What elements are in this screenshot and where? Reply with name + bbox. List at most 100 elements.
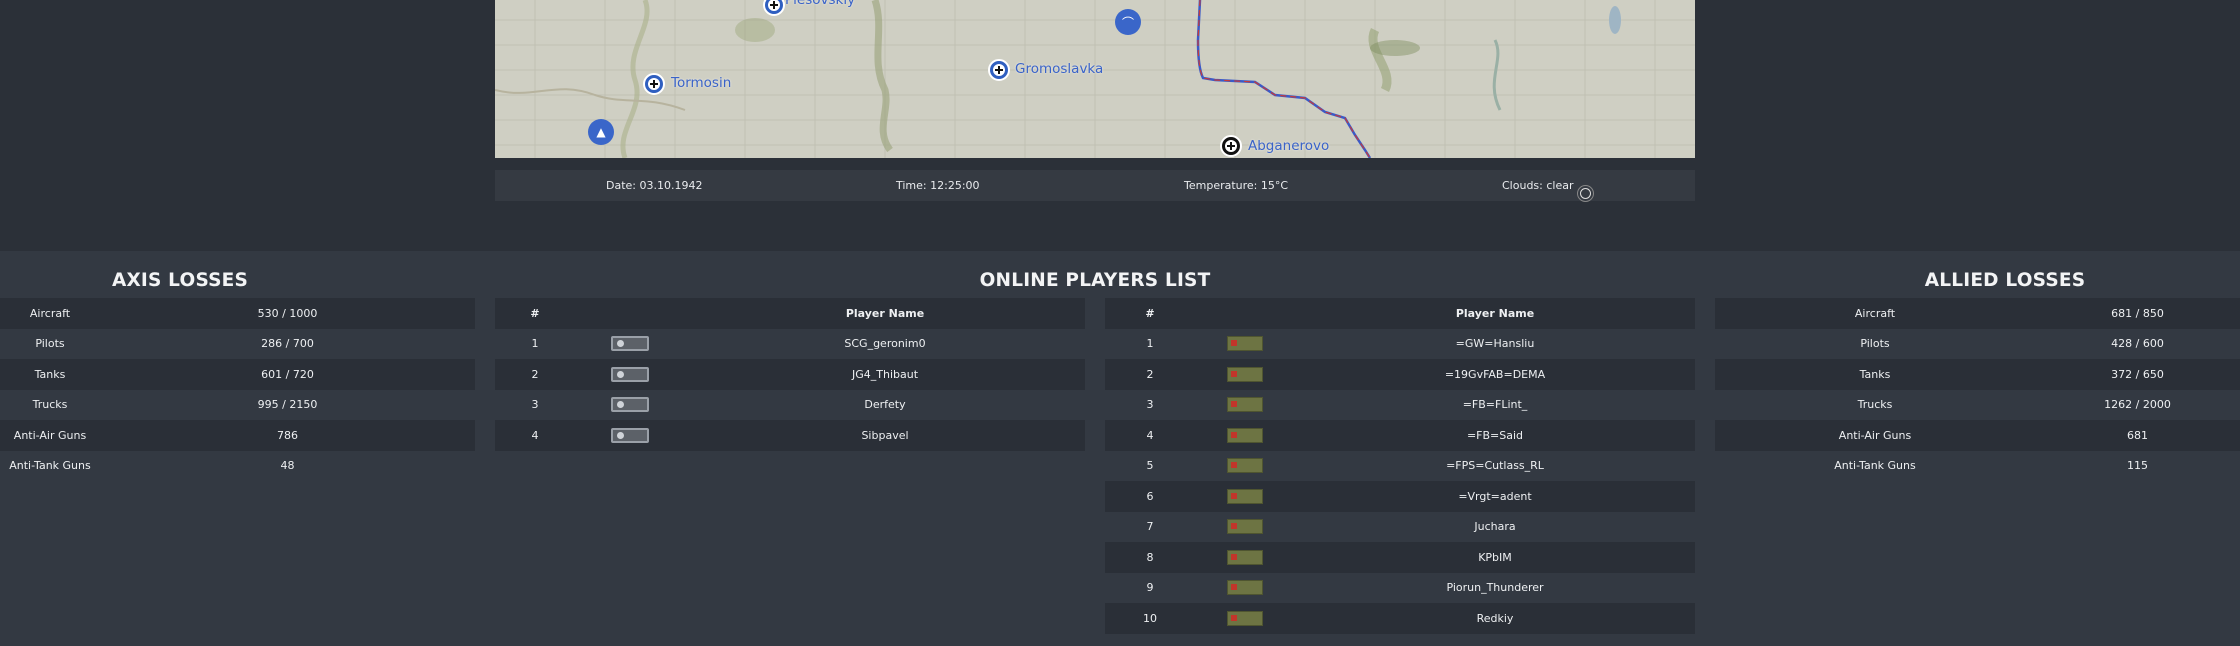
header-player-name: Player Name [845,306,925,320]
loss-value: 530 / 1000 [257,306,318,320]
player-name: =19GvFAB=DEMA [1444,367,1546,381]
allied-losses-table: Aircraft 681 / 850 Pilots 428 / 600 Tanks 3… [1715,298,2240,481]
table-row: Tanks 601 / 720 [0,359,475,390]
allied-flag-icon [1227,488,1263,504]
table-row: Pilots 286 / 700 [0,329,475,360]
player-name: =FPS=Cutlass_RL [1446,459,1544,473]
axis-losses-title: AXIS LOSSES [111,270,249,291]
player-num: 3 [1146,398,1154,412]
bridge-icon[interactable]: ⌒ [1115,9,1141,35]
player-row[interactable]: 6 =Vrgt=adent [1105,481,1695,512]
header-flag [575,298,685,329]
airfield-marker-gromoslavka[interactable] [988,59,1010,81]
allied-players-table: # Player Name 1 =GW=Hansliu 2 =19GvFAB=DEM… [1105,298,1695,634]
player-num: 3 [531,398,539,412]
player-num: 10 [1143,611,1157,625]
player-row[interactable]: 3 =FB=FLint_ [1105,390,1695,421]
player-name: Sibpavel [861,428,909,442]
player-row[interactable]: 1 SCG_geronim0 [495,329,1085,360]
player-row[interactable]: 1 =GW=Hansliu [1105,329,1695,360]
airfield-icon [993,64,1005,76]
player-num: 2 [531,367,539,381]
player-row[interactable]: 9 Piorun_Thunderer [1105,573,1695,604]
loss-label: Anti-Tank Guns [9,459,91,473]
axis-flag-icon [611,397,649,413]
map-label-gromoslavka: Gromoslavka [1015,61,1104,77]
airfield-marker-abganerovo[interactable] [1220,135,1242,157]
player-num: 7 [1146,520,1154,534]
table-row: Anti-Air Guns 681 [1715,420,2240,451]
table-row: Anti-Tank Guns 48 [0,451,475,482]
allied-flag-icon [1227,397,1263,413]
loss-label: Pilots [35,337,65,351]
player-num: 8 [1146,550,1154,564]
header-num: # [530,306,540,320]
loss-label: Anti-Air Guns [1838,428,1912,442]
player-row[interactable]: 4 =FB=Said [1105,420,1695,451]
player-row[interactable]: 8 KPbIM [1105,542,1695,573]
airfield-marker-tormosin[interactable] [643,73,665,95]
loss-value: 1262 / 2000 [2104,398,2171,412]
allied-flag-icon [1227,427,1263,443]
loss-label: Anti-Tank Guns [1834,459,1916,473]
player-name: SCG_geronim0 [844,337,926,351]
player-num: 2 [1146,367,1154,381]
player-num: 1 [531,337,539,351]
allied-flag-icon [1227,519,1263,535]
loss-label: Pilots [1860,337,1890,351]
header-num: # [1145,306,1155,320]
player-name: Redkiy [1476,611,1514,625]
allied-flag-icon [1227,458,1263,474]
axis-flag-icon [611,427,649,443]
table-row: Aircraft 530 / 1000 [0,298,475,329]
player-num: 6 [1146,489,1154,503]
table-row: Anti-Air Guns 786 [0,420,475,451]
loss-value: 681 / 850 [2111,306,2164,320]
player-num: 1 [1146,337,1154,351]
loss-value: 681 [2127,428,2148,442]
allied-flag-icon [1227,610,1263,626]
allied-flag-icon [1227,366,1263,382]
campaign-map[interactable]: Plesovskiy Tormosin Gromoslavka Abganero… [495,0,1695,158]
player-row[interactable]: 10 Redkiy [1105,603,1695,634]
player-num: 4 [1146,428,1154,442]
loss-label: Anti-Air Guns [13,428,87,442]
loss-value: 115 [2127,459,2148,473]
table-row: Anti-Tank Guns 115 [1715,451,2240,482]
player-num: 4 [531,428,539,442]
player-row[interactable]: 4 Sibpavel [495,420,1085,451]
loss-label: Aircraft [1854,306,1896,320]
player-name: =FB=Said [1466,428,1524,442]
table-header-row: # Player Name [495,298,1085,329]
axis-flag-icon [611,366,649,382]
table-header-row: # Player Name [1105,298,1695,329]
header-player-name: Player Name [1455,306,1535,320]
map-label-tormosin: Tormosin [671,75,732,91]
table-row: Aircraft 681 / 850 [1715,298,2240,329]
airfield-icon [768,0,780,11]
map-label-plesovskiy: Plesovskiy [785,0,856,8]
weather-temperature: Temperature: 15°C [1184,179,1289,192]
player-name: =Vrgt=adent [1458,489,1532,503]
player-name: Piorun_Thunderer [1446,581,1544,595]
player-row[interactable]: 7 Juchara [1105,512,1695,543]
table-row: Pilots 428 / 600 [1715,329,2240,360]
loss-value: 786 [277,428,298,442]
player-name: KPbIM [1478,550,1512,564]
player-num: 5 [1146,459,1154,473]
player-name: =GW=Hansliu [1455,337,1535,351]
player-row[interactable]: 3 Derfety [495,390,1085,421]
player-row[interactable]: 5 =FPS=Cutlass_RL [1105,451,1695,482]
player-name: JG4_Thibaut [851,367,919,381]
factory-icon[interactable]: ▲ [588,119,614,145]
allied-flag-icon [1227,549,1263,565]
table-row: Trucks 995 / 2150 [0,390,475,421]
sun-icon [1579,188,1591,199]
player-row[interactable]: 2 =19GvFAB=DEMA [1105,359,1695,390]
map-label-abganerovo: Abganerovo [1248,138,1330,154]
loss-label: Aircraft [29,306,71,320]
weather-date: Date: 03.10.1942 [606,179,703,192]
axis-players-table: # Player Name 1 SCG_geronim0 2 JG4_Thibaut… [495,298,1085,451]
player-row[interactable]: 2 JG4_Thibaut [495,359,1085,390]
loss-label: Tanks [1859,367,1891,381]
